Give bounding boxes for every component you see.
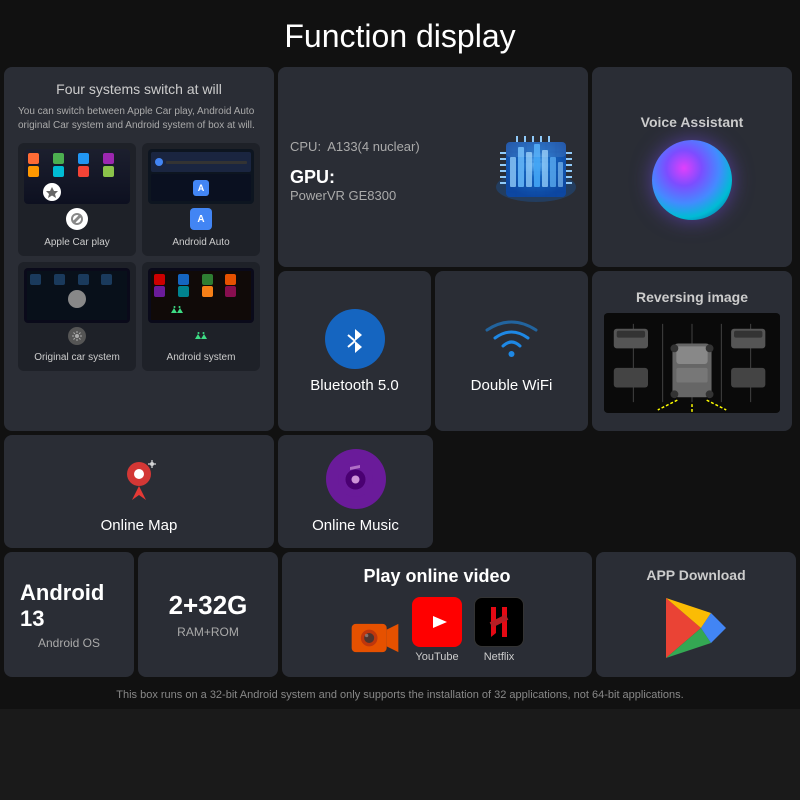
- app-download-label: APP Download: [646, 567, 745, 583]
- bottom-row: Android 13 Android OS 2+32G RAM+ROM Play…: [0, 552, 800, 681]
- original-car-item: Original car system: [18, 262, 136, 371]
- carplay-label: Apple Car play: [44, 237, 110, 248]
- android13-sub: Android OS: [38, 636, 100, 650]
- cpu-chip-visual: [486, 122, 576, 212]
- gpu-label: GPU:: [290, 167, 486, 188]
- online-video-heading: Play online video: [296, 566, 578, 587]
- bluetooth-icon: [325, 309, 385, 369]
- android13-text: Android 13: [20, 580, 118, 632]
- online-map-card: Online Map: [4, 435, 274, 548]
- youtube-app: YouTube: [412, 597, 462, 663]
- bluetooth-label: Bluetooth 5.0: [310, 377, 398, 394]
- music-icon: [326, 449, 386, 509]
- video-apps-list: YouTube Netflix: [296, 597, 578, 663]
- youtube-label: YouTube: [415, 651, 458, 663]
- four-systems-card: Four systems switch at will You can swit…: [4, 67, 274, 431]
- footer: This box runs on a 32-bit Android system…: [0, 681, 800, 709]
- android-auto-item: A A Android Auto: [142, 143, 260, 256]
- ram-card: 2+32G RAM+ROM: [138, 552, 278, 677]
- online-video-card: Play online video: [282, 552, 592, 677]
- wifi-card: Double WiFi: [435, 271, 588, 431]
- system-grid: Apple Car play A A: [18, 143, 260, 371]
- ram-text: 2+32G: [169, 590, 248, 621]
- gpu-model: PowerVR GE8300: [290, 188, 486, 203]
- siri-icon: [652, 140, 732, 220]
- online-music-label: Online Music: [312, 517, 399, 534]
- android13-card: Android 13 Android OS: [4, 552, 134, 677]
- voice-assistant-label: Voice Assistant: [641, 114, 744, 130]
- app-download-card: APP Download: [596, 552, 796, 677]
- online-map-label: Online Map: [101, 517, 178, 534]
- four-systems-desc: You can switch between Apple Car play, A…: [18, 105, 260, 133]
- bluetooth-card: Bluetooth 5.0: [278, 271, 431, 431]
- gpu-section: GPU: PowerVR GE8300: [290, 167, 486, 203]
- map-icon: [109, 449, 169, 509]
- wifi-icon: [482, 309, 542, 369]
- playstore-icon: [661, 593, 731, 663]
- cpu-card: CPU: A133(4 nuclear) GPU: PowerVR GE8300: [278, 67, 588, 267]
- carplay-screen: [24, 149, 130, 204]
- youtube-icon: [412, 597, 462, 647]
- mid-row-features: Bluetooth 5.0 Double WiFi: [278, 271, 588, 431]
- reversing-image-label: Reversing image: [636, 289, 748, 305]
- cpu-model: A133(4 nuclear): [327, 139, 420, 154]
- carplay-item: Apple Car play: [18, 143, 136, 256]
- netflix-icon: [474, 597, 524, 647]
- wifi-label: Double WiFi: [471, 377, 553, 394]
- netflix-label: Netflix: [484, 651, 515, 663]
- cpu-text: CPU: A133(4 nuclear) GPU: PowerVR GE8300: [290, 131, 486, 203]
- footer-text: This box runs on a 32-bit Android system…: [116, 689, 683, 701]
- original-screen: [24, 268, 130, 323]
- android-auto-screen: A: [148, 149, 254, 204]
- reversing-image-card: Reversing image: [592, 271, 792, 431]
- video-camera-app: [350, 613, 400, 663]
- four-systems-heading: Four systems switch at will: [18, 81, 260, 97]
- android-sys-item: Android system: [142, 262, 260, 371]
- camera-app-icon: [350, 613, 400, 663]
- settings-icon: [68, 327, 86, 345]
- mid-features-row: Online Map Online Music: [0, 435, 800, 552]
- page-title: Function display: [0, 0, 800, 67]
- carplay-icon: [66, 208, 88, 230]
- cpu-content: CPU: A133(4 nuclear) GPU: PowerVR GE8300: [290, 122, 576, 212]
- original-car-label: Original car system: [34, 352, 120, 363]
- cpu-label-text: CPU:: [290, 139, 321, 154]
- cpu-label: CPU: A133(4 nuclear): [290, 131, 486, 157]
- ram-sub: RAM+ROM: [177, 625, 239, 639]
- android-auto-label: Android Auto: [172, 237, 229, 248]
- voice-assistant-card: Voice Assistant: [592, 67, 792, 267]
- android-robot-icon: [192, 327, 210, 345]
- android-sys-screen: [148, 268, 254, 323]
- android-auto-icon: A: [190, 208, 212, 230]
- reversing-visual: [604, 313, 780, 413]
- netflix-app: Netflix: [474, 597, 524, 663]
- android-sys-label: Android system: [167, 352, 236, 363]
- online-music-card: Online Music: [278, 435, 433, 548]
